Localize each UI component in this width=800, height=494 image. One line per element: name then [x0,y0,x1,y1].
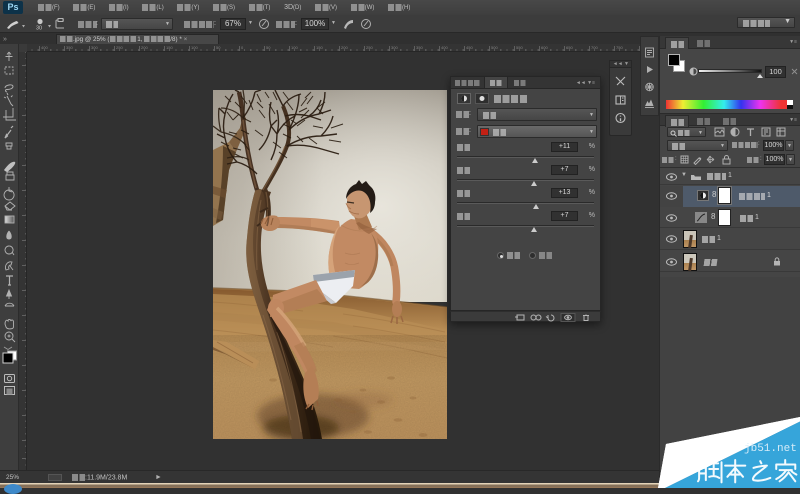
svg-text:30: 30 [36,26,42,32]
svg-text:jb51.net: jb51.net [744,443,797,455]
